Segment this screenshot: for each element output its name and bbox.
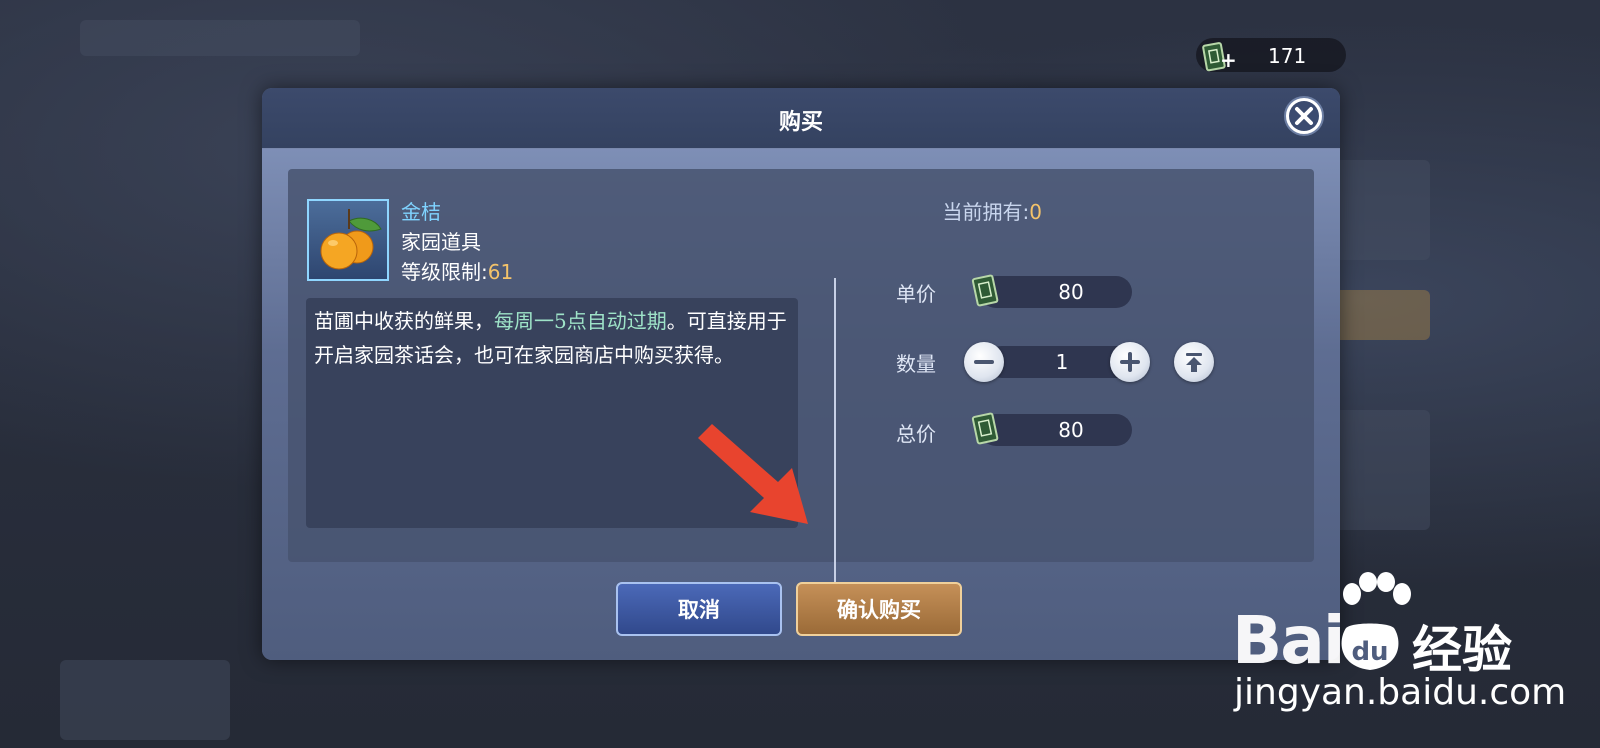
plus-icon[interactable]: + — [1220, 50, 1237, 70]
unit-price-value: 80 — [980, 276, 1132, 308]
cancel-button[interactable]: 取消 — [616, 582, 782, 636]
background-gold-slot — [1330, 290, 1430, 340]
item-level: 等级限制:61 — [401, 256, 513, 285]
baidu-du-logo: du — [1341, 623, 1399, 670]
plus-icon — [1120, 352, 1140, 372]
background-item-slot — [1330, 160, 1430, 260]
increase-button[interactable] — [1110, 342, 1150, 382]
desc-highlight: 每周一5点自动过期 — [494, 309, 667, 333]
total-price-value: 80 — [980, 414, 1132, 446]
confirm-purchase-button[interactable]: 确认购买 — [796, 582, 962, 636]
svg-text:du: du — [1351, 637, 1388, 667]
background-panel — [60, 660, 230, 740]
dialog-header: 购买 — [262, 88, 1340, 149]
item-name: 金桔 — [401, 200, 441, 224]
background-item-slot — [1330, 410, 1430, 530]
close-icon — [1289, 101, 1319, 131]
owned-count: 当前拥有:0 — [943, 196, 1042, 225]
max-icon — [1186, 353, 1202, 372]
desc-text: 苗圃中收获的鲜果， — [314, 309, 494, 333]
ticket-icon — [971, 412, 999, 445]
watermark-url: jingyan.baidu.com — [1234, 672, 1567, 713]
owned-value: 0 — [1029, 200, 1042, 224]
ticket-icon — [971, 274, 999, 307]
item-slot[interactable] — [307, 199, 389, 281]
panel-divider — [834, 278, 836, 616]
total-price-label: 总价 — [896, 422, 936, 446]
background-tab-bar — [80, 20, 360, 56]
dialog-title: 购买 — [778, 109, 823, 135]
max-quantity-button[interactable] — [1174, 342, 1214, 382]
owned-label: 当前拥有: — [942, 200, 1030, 224]
kumquat-icon — [320, 209, 382, 270]
minus-icon — [974, 360, 994, 364]
currency-bar[interactable]: + 171 — [1196, 38, 1346, 72]
level-value: 61 — [487, 260, 514, 284]
red-arrow-annotation — [698, 424, 808, 524]
quantity-label: 数量 — [896, 352, 936, 376]
close-button[interactable] — [1284, 96, 1324, 136]
currency-amount: 171 — [1268, 44, 1307, 68]
item-type: 家园道具 — [401, 230, 481, 254]
purchase-dialog: 购买 金桔 家园道具 等级限制:61 当前拥有:0 苗圃中收获的鲜果，每周一5点… — [262, 88, 1340, 660]
level-label: 等级限制: — [401, 260, 488, 284]
watermark-brand-text: Bai — [1232, 602, 1345, 679]
unit-price-label: 单价 — [896, 282, 936, 306]
decrease-button[interactable] — [964, 342, 1004, 382]
